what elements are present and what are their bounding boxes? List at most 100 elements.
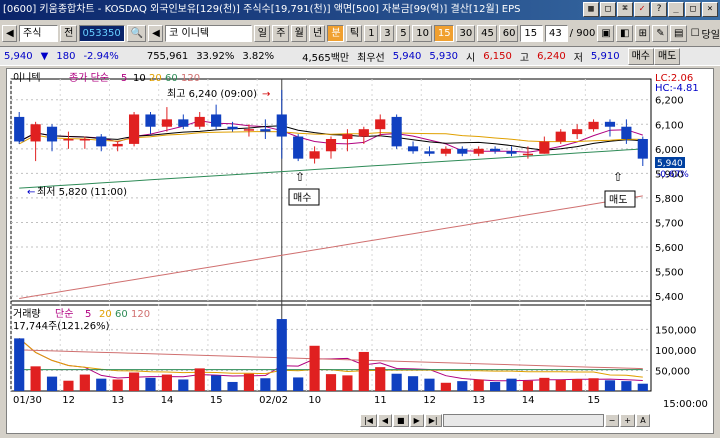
candle-body	[194, 116, 205, 127]
chart-svg[interactable]: 6,2006,1006,0005,9005,8005,7005,6005,500…	[7, 69, 713, 433]
market-select[interactable]: 주식	[19, 24, 59, 42]
today-checkbox[interactable]: ☐	[691, 28, 700, 39]
settings-icon[interactable]: ⊞	[634, 24, 651, 42]
price-tick-label: 5,700	[655, 218, 684, 229]
close-icon[interactable]: ×	[702, 2, 718, 17]
minute-1-button[interactable]: 1	[364, 24, 379, 42]
change-rate: -2.94%	[83, 50, 119, 62]
minute-15-button[interactable]: 15	[433, 24, 454, 42]
vol-ma20-legend: 20	[99, 309, 112, 320]
volume-bar	[375, 367, 386, 391]
zoom-out-icon[interactable]: −	[604, 414, 620, 427]
volume-bar	[63, 380, 74, 391]
chart-icon[interactable]: ◧	[615, 24, 633, 42]
candle-body	[112, 143, 123, 147]
prefix-button[interactable]: 전	[60, 24, 77, 42]
price-tick-label: 5,400	[655, 292, 684, 303]
grid-icon[interactable]: ▦	[583, 2, 599, 17]
vol-ma5-legend: 5	[85, 309, 91, 320]
scroll-last-icon[interactable]: ▶|	[424, 414, 442, 427]
zoom-plus-icon[interactable]: +	[620, 414, 635, 427]
candle-body	[490, 148, 501, 152]
candle-body	[457, 148, 468, 154]
pin-icon[interactable]: □	[600, 2, 616, 17]
candle-body	[473, 148, 484, 154]
volume-bar	[358, 351, 369, 391]
speaker-icon[interactable]: ◀	[148, 24, 164, 42]
minute-60-button[interactable]: 60	[498, 24, 519, 42]
candle-body	[358, 129, 369, 137]
price-tick-label: 6,000	[655, 145, 684, 156]
ma10-legend: 10	[133, 73, 146, 84]
candle-body	[637, 139, 648, 159]
maximize-icon[interactable]: □	[685, 2, 701, 17]
print-icon[interactable]: ▤	[669, 24, 687, 42]
sell-button[interactable]: 매도	[653, 47, 681, 65]
price-change: 180	[56, 50, 76, 62]
bid-price: 5,930	[429, 50, 459, 62]
stock-code-input[interactable]: 053350	[78, 24, 125, 42]
chart-area[interactable]: 6,200 6,100 6,000 5,900 5,800 5,700 5,600 5,500…	[6, 68, 714, 434]
low-label: 저	[573, 52, 583, 64]
candle-body	[79, 139, 90, 141]
candle-body	[161, 119, 172, 127]
volume-bar	[79, 374, 90, 391]
tick-button[interactable]: 틱	[345, 24, 363, 42]
vol-ma120-legend: 120	[131, 309, 150, 320]
low-note: 최저 5,820 (11:00)	[37, 186, 127, 198]
volume-bar	[522, 380, 534, 391]
search-icon[interactable]: 🔍	[126, 24, 147, 42]
minute-custom-input[interactable]: 15	[520, 24, 544, 42]
time-tick-label: 12	[62, 395, 75, 406]
zoom-in-icon[interactable]: ▣	[597, 24, 614, 42]
candle-body	[325, 139, 337, 152]
minute-3-button[interactable]: 3	[380, 24, 395, 42]
scroll-right-icon[interactable]: ▶	[409, 414, 424, 427]
minute-45-button[interactable]: 45	[477, 24, 497, 42]
minute-5-button[interactable]: 5	[396, 24, 411, 42]
volume-bar	[555, 379, 566, 391]
minimize-icon[interactable]: _	[668, 2, 684, 17]
down-arrow-icon: ▼	[40, 50, 49, 62]
help-icon[interactable]: ?	[651, 2, 667, 17]
candle-body	[276, 114, 287, 137]
candle-body	[243, 129, 255, 131]
period-year-button[interactable]: 년	[309, 24, 326, 42]
ask-price: 5,940	[392, 50, 422, 62]
volume-bar	[293, 377, 304, 391]
draw-icon[interactable]: ✎	[652, 24, 668, 42]
time-tick-label: 13	[111, 395, 124, 406]
scroll-stop-icon[interactable]: ■	[393, 414, 409, 427]
minute-button[interactable]: 분	[327, 24, 344, 42]
price-legend-ma: 종가 단순	[69, 72, 109, 84]
prev-icon[interactable]: ◀	[2, 24, 18, 42]
candle-body	[14, 116, 25, 142]
minute-10-button[interactable]: 10	[412, 24, 432, 42]
scrollbar-track[interactable]	[442, 414, 604, 427]
period-day-button[interactable]: 일	[253, 24, 271, 42]
volume-bar	[490, 381, 501, 391]
period-week-button[interactable]: 주	[272, 24, 289, 42]
scroll-first-icon[interactable]: |◀	[360, 414, 377, 427]
link-icon[interactable]: ⌘	[617, 2, 633, 17]
volume-bar	[46, 376, 58, 391]
volume-value: 755,961	[146, 50, 189, 62]
volume-bar	[161, 374, 172, 391]
count-input[interactable]: 43	[545, 24, 568, 42]
lock-icon[interactable]: ✓	[634, 2, 650, 17]
volume-bar	[243, 373, 255, 391]
volume-bar	[211, 375, 222, 391]
open-label: 시	[466, 52, 476, 64]
candle-body	[96, 136, 107, 147]
zoom-a-icon[interactable]: A	[636, 414, 650, 427]
scroll-left-icon[interactable]: ◀	[377, 414, 393, 427]
period-month-button[interactable]: 월	[290, 24, 307, 42]
volume-bar	[621, 381, 632, 391]
minute-30-button[interactable]: 30	[455, 24, 476, 42]
candle-body	[604, 121, 616, 127]
candle-body	[342, 134, 353, 139]
buy-button[interactable]: 매수	[627, 47, 654, 65]
price-legend-name: 이니텍	[13, 72, 41, 84]
volume-tick-label: 50,000	[655, 366, 690, 377]
buy-arrow-icon: ⇧	[295, 170, 305, 184]
